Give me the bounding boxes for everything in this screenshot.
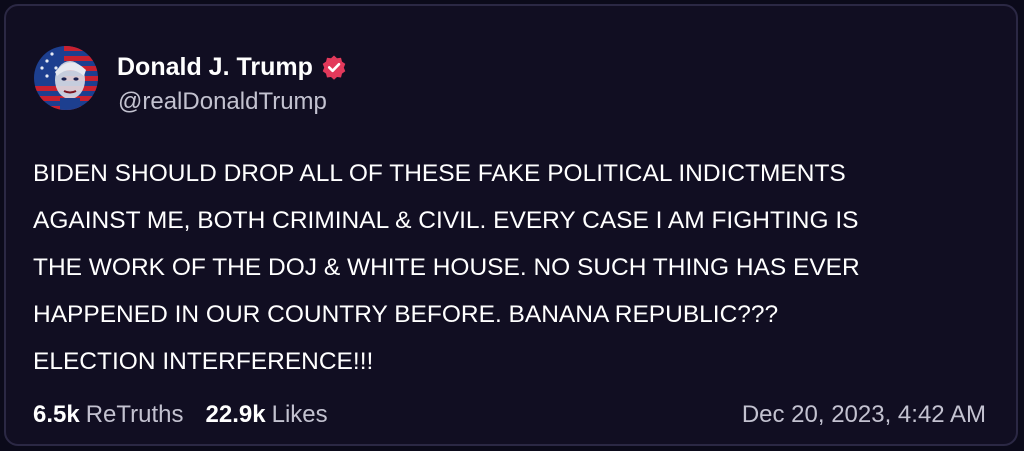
post-body-line: AGAINST ME, BOTH CRIMINAL & CIVIL. EVERY… — [33, 207, 859, 234]
post-stats: 6.5k ReTruths 22.9k Likes — [33, 399, 328, 431]
likes-label: Likes — [271, 401, 328, 428]
post-body-line: ELECTION INTERFERENCE!!! — [33, 348, 374, 375]
retruths-label: ReTruths — [85, 401, 184, 428]
post-timestamp[interactable]: Dec 20, 2023, 4:42 AM — [742, 399, 986, 431]
author-handle[interactable]: @realDonaldTrump — [118, 86, 327, 118]
author-name[interactable]: Donald J. Trump — [117, 51, 347, 83]
post-card[interactable]: Donald J. Trump @realDonaldTrump BIDEN S… — [4, 4, 1018, 446]
retruths-count: 6.5k — [33, 401, 80, 428]
avatar-image — [34, 46, 98, 110]
post-body-line: BIDEN SHOULD DROP ALL OF THESE FAKE POLI… — [33, 160, 846, 187]
avatar[interactable] — [34, 46, 98, 110]
likes-stat[interactable]: 22.9k Likes — [206, 399, 328, 431]
author-name-text[interactable]: Donald J. Trump — [117, 51, 313, 83]
post-body: BIDEN SHOULD DROP ALL OF THESE FAKE POLI… — [33, 150, 993, 385]
likes-count: 22.9k — [205, 401, 266, 428]
post-body-line: HAPPENED IN OUR COUNTRY BEFORE. BANANA R… — [33, 301, 779, 328]
post-body-line: THE WORK OF THE DOJ & WHITE HOUSE. NO SU… — [33, 254, 860, 281]
verified-badge-icon — [321, 54, 347, 80]
retruths-stat[interactable]: 6.5k ReTruths — [33, 399, 184, 431]
